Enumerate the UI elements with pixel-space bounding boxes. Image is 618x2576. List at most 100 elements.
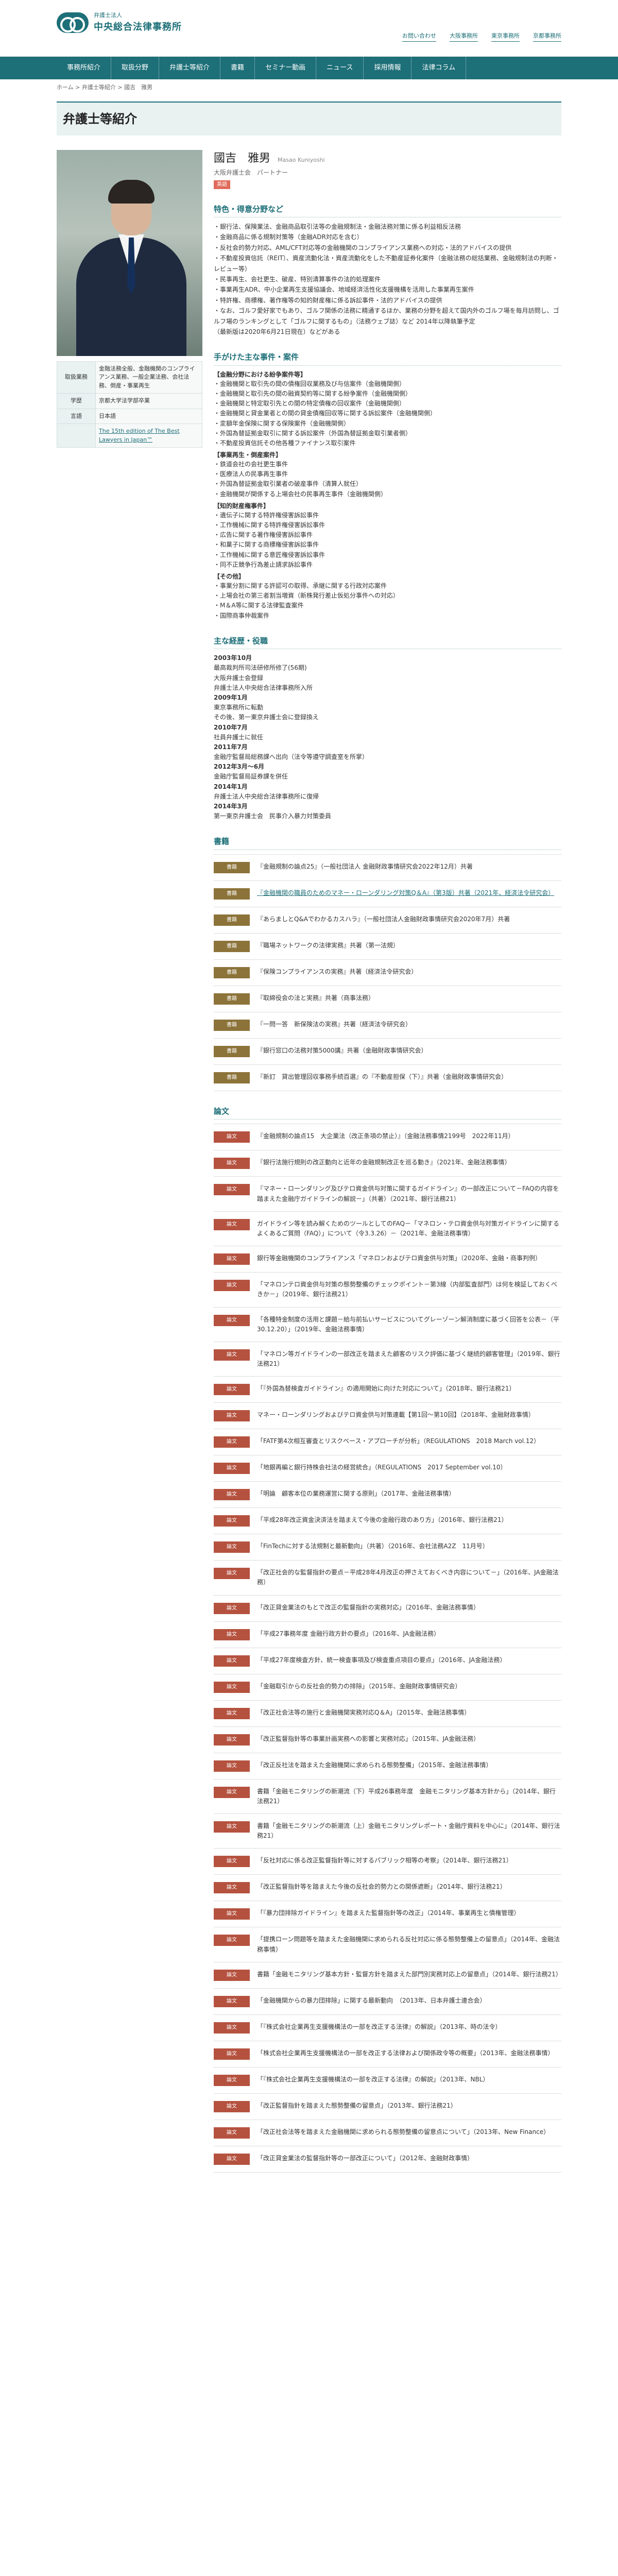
books-heading: 書籍: [214, 836, 561, 850]
article-title: 「改正貸金業法の監督指針等の一部改正について」（2012年、金融財政事情）: [257, 2154, 474, 2162]
article-item: 論文 「改正社会法等の施行と金融機関実務対応Q＆A」（2015年、金融法務事情）: [214, 1701, 561, 1727]
breadcrumb[interactable]: ホーム > 弁護士等紹介 > 國吉 雅男: [0, 79, 618, 96]
article-item: 論文 『金融規制の論点15 大企業法（改正条項の禁止）』（金融法務事情2199号 …: [214, 1124, 561, 1151]
nav-item-firm[interactable]: 事務所紹介: [57, 57, 112, 79]
nav-item-lawyers[interactable]: 弁護士等紹介: [159, 57, 221, 79]
article-tag: 論文: [214, 1253, 250, 1265]
case-item: ・国際商事仲裁案件: [214, 612, 270, 619]
article-item: 論文 『銀行法施行規則の改正動向と近年の金融規制改正を巡る動き』（2021年、金融…: [214, 1150, 561, 1177]
case-item: ・事業分割に関する許認可の取得、承継に関する行政対応案件: [214, 582, 387, 589]
specialty-item: ・不動産投資信託（REIT）、資産流動化法・資産流動化をした不動産証券化案件（金…: [214, 255, 558, 273]
article-item: 論文 「金融機関からの暴力団排除」に関する最新動向 （2013年、日本弁護士連合会…: [214, 1989, 561, 2015]
nav-item-column[interactable]: 法律コラム: [411, 57, 467, 79]
book-title: 『あらましとQ&Aでわかるカスハラ』（一般社団法人金融財政事情研究会2020年7…: [257, 915, 510, 923]
specialty-item: ・なお、ゴルフ愛好家でもあり、ゴルフ関係の法務に精通するほか、業務の分野を超えて…: [214, 307, 559, 325]
article-item: 論文 「改正貸金業法のもとで改正の監督指針の実務対応」（2016年、金融法務事情）: [214, 1596, 561, 1622]
article-item: 論文 「『外国為替検査ガイドライン』の適用開始に向けた対応について」（2018年、…: [214, 1377, 561, 1403]
article-title: 「マネロンテロ資金供与対策の態勢整備のチェックポイント－第3線（内部監査部門）は…: [257, 1281, 557, 1298]
specialty-list: ・銀行法、保険業法、金融商品取引法等の金融規制法・金融法務対策に係る利益相反法務…: [214, 222, 561, 337]
career-year: 2014年3月: [214, 803, 248, 810]
article-item: 論文 書籍「金融モニタリング基本方針・監督方針を踏まえた部門別実務対応上の留意点」…: [214, 1962, 562, 1989]
article-tag: 論文: [214, 1935, 250, 1946]
article-title: 『金融規制の論点15 大企業法（改正条項の禁止）』（金融法務事情2199号 20…: [257, 1132, 514, 1140]
site-header: 弁護士法人 中央総合法律事務所 お問い合わせ 大阪事務所 東京事務所 京都事務所: [0, 0, 618, 57]
specialty-item: ・特許権、商標権、著作権等の知的財産権に係る訴訟事件・法的アドバイスの提供: [214, 296, 442, 304]
article-title: 「改正監督指針等を踏まえた今後の反社会的勢力との関係遮断」（2014年、銀行法務…: [257, 1883, 506, 1891]
top-link-kyoto[interactable]: 京都事務所: [533, 32, 561, 42]
info-label: [57, 423, 96, 448]
article-title: 「改正監督指針を踏まえた態勢整備の留意点」（2013年、銀行法務21）: [257, 2102, 457, 2109]
case-group-title: 【その他】: [214, 572, 245, 580]
book-tag: 書籍: [214, 940, 250, 952]
case-item: ・工作機械に関する特許権侵害訴訟事件: [214, 521, 325, 529]
specialty-item: ・事業再生ADR、中小企業再生支援協議会、地域経済活性化支援機構を活用した事業再…: [214, 286, 474, 294]
article-item: 論文 「マネロン等ガイドラインの一部改正を踏まえた顧客のリスク評価に基づく継続的顧…: [214, 1342, 561, 1377]
article-tag: 論文: [214, 1629, 250, 1640]
career-entry: 弁護士法人中央総合法律事務所に復帰: [214, 792, 319, 800]
site-logo[interactable]: 弁護士法人 中央総合法律事務所: [57, 11, 182, 34]
case-item: ・外国為替証拠金取引業者の破産事件（清算人就任）: [214, 480, 363, 488]
articles-list: 論文 『金融規制の論点15 大企業法（改正条項の禁止）』（金融法務事情2199号 …: [214, 1124, 562, 2173]
case-group-title: 【事業再生・倒産案件】: [214, 451, 282, 459]
article-title: 「株式会社企業再生支援機構法の一部を改正する法律および関係政令等の概要」（201…: [257, 2049, 554, 2057]
profile-sidebar: 取扱業務 金融法務全般、金融機関のコンプライアンス業務、一般企業法務、会社法務、倒…: [57, 149, 202, 2173]
book-title[interactable]: 『金融機関の職員のためのマネー・ローンダリング対策Q＆A』（第3版）共著（202…: [257, 888, 554, 898]
nav-item-seminar[interactable]: セミナー動画: [255, 57, 317, 79]
article-title: 「反社対応に係る改正監督指針等に対するパブリック相等の考察」（2014年、銀行法…: [257, 1857, 512, 1865]
book-title: 『職場ネットワークの法律実務』共著（第一法規）: [257, 941, 400, 949]
career-year: 2003年10月: [214, 654, 252, 662]
top-link-contact[interactable]: お問い合わせ: [402, 32, 436, 42]
book-item: 書籍 『金融機関の職員のためのマネー・ローンダリング対策Q＆A』（第3版）共著（2…: [214, 881, 561, 907]
article-item: 論文 書籍「金融モニタリングの新潮流（下）平成26事務年度 金融モニタリング基本方…: [214, 1780, 561, 1815]
career-entry: 金融庁監督局証券課を併任: [214, 773, 288, 781]
lawyer-name: 國吉 雅男: [214, 151, 271, 165]
articles-heading: 論文: [214, 1106, 561, 1120]
career-entry: その後、第一東京弁護士会に登録換え: [214, 714, 319, 721]
article-tag: 論文: [214, 1681, 250, 1693]
article-tag: 論文: [214, 2048, 250, 2060]
case-item: ・同不正競争行為差止請求訴訟事件: [214, 561, 313, 568]
info-label: 言語: [57, 408, 96, 424]
top-link-osaka[interactable]: 大阪事務所: [450, 32, 478, 42]
case-item: ・医療法人の民事再生事件: [214, 470, 288, 478]
nav-item-recruit[interactable]: 採用情報: [364, 57, 412, 79]
profile-main: 國吉 雅男 Masao Kuniyoshi 大阪弁護士会 パートナー 英語 特色…: [214, 150, 562, 2173]
case-item: ・外国為替証拠金取引に関する訴訟案件（外国為替証拠金取引業者側）: [214, 429, 412, 437]
article-tag: 論文: [214, 1995, 250, 2007]
article-tag: 論文: [214, 2100, 250, 2112]
article-title: 「改正社会法等を踏まえた金融機関に求められる態勢整備の留意点について」（2013…: [257, 2128, 550, 2136]
career-year: 2012年3月〜6月: [214, 763, 265, 771]
article-tag: 論文: [214, 1158, 250, 1170]
cases-heading: 手がけた主な事件・案件: [214, 351, 561, 366]
case-item: ・金融機関と特定取引先との間の特定債権の回収案件（金融機関側）: [214, 400, 405, 408]
article-item: 論文 「改正貸金業法の監督指針等の一部改正について」（2012年、金融財政事情）: [214, 2146, 561, 2173]
career-year: 2014年1月: [214, 783, 248, 790]
article-item: 論文 「マネロンテロ資金供与対策の態勢整備のチェックポイント－第3線（内部監査部門…: [214, 1273, 561, 1308]
article-title: 「マネロン等ガイドラインの一部改正を踏まえた顧客のリスク評価に基づく継続的顧客管…: [257, 1350, 560, 1368]
best-lawyers-link[interactable]: The 15th edition of The Best Lawyers in …: [99, 428, 180, 443]
info-value: 日本語: [95, 408, 202, 424]
nav-item-news[interactable]: ニュース: [316, 57, 364, 79]
article-item: 論文 書籍「金融モニタリングの新潮流（上）金融モニタリングレポート・金融庁資料を中…: [214, 1814, 561, 1849]
nav-item-books[interactable]: 書籍: [220, 57, 255, 79]
book-tag: 書籍: [214, 1019, 250, 1031]
info-value: 京都大学法学部卒業: [95, 393, 202, 409]
career-year: 2009年1月: [214, 693, 248, 701]
article-title: 「改正社会法等の施行と金融機関実務対応Q＆A」（2015年、金融法務事情）: [257, 1708, 471, 1716]
book-item: 書籍 『金融規制の論点25』（一般社団法人 金融財政事情研究会2022年12月）共…: [214, 855, 561, 881]
career-entry: 大阪弁護士会登録: [214, 674, 264, 682]
nav-item-practice[interactable]: 取扱分野: [111, 57, 160, 79]
article-item: 論文 「改正監督指針を踏まえた態勢整備の留意点」（2013年、銀行法務21）: [214, 2094, 561, 2120]
article-item: 論文 マネー・ローンダリングおよびテロ資金供与対策連載【第1回〜第10回】（201…: [214, 1403, 561, 1430]
article-item: 論文 「反社対応に係る改正監督指針等に対するパブリック相等の考察」（2014年、銀…: [214, 1849, 561, 1875]
career-list: 2003年10月 最高裁判所司法研修所修了(56期) 大阪弁護士会登録 弁護士法人中央…: [214, 653, 561, 821]
article-tag: 論文: [214, 1821, 250, 1833]
career-year: 2010年7月: [214, 723, 248, 731]
article-item: 論文 「株式会社企業再生支援機構法の一部を改正する法律および関係政令等の概要」（2…: [214, 2041, 561, 2067]
top-link-tokyo[interactable]: 東京事務所: [491, 32, 520, 42]
article-tag: 論文: [214, 2022, 250, 2033]
book-tag: 書籍: [214, 967, 250, 978]
article-title: 「改正社会的な監督指針の要点－平成28年4月改正の押さえておくべき内容について－…: [257, 1569, 559, 1586]
main-nav: 事務所紹介 取扱分野 弁護士等紹介 書籍 セミナー動画 ニュース 採用情報 法律…: [0, 57, 618, 79]
article-tag: 論文: [214, 1969, 250, 1981]
